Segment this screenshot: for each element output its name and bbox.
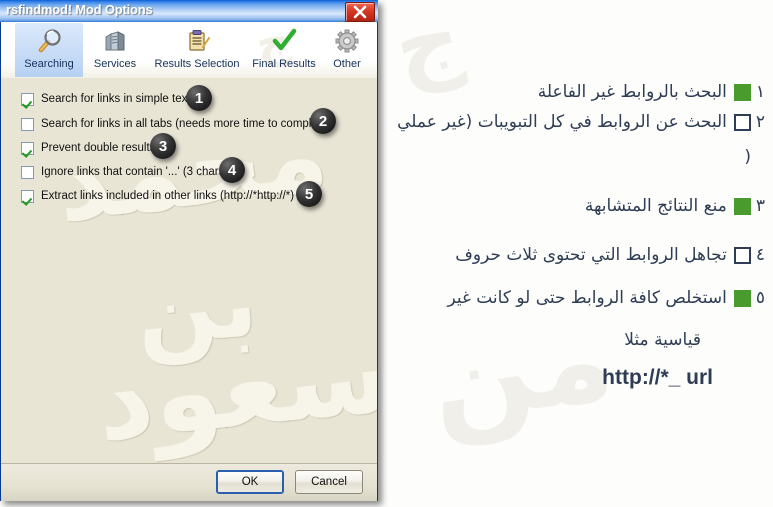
note-marker-empty [733,246,751,264]
note-continuation-2: ( [744,147,751,167]
note-marker-filled [733,289,751,307]
checkbox-extract-included-links[interactable] [21,189,34,203]
tab-searching-label: Searching [24,58,74,70]
tab-services-label: Services [93,58,137,70]
option-row: Search for links in simple texts [21,91,196,107]
note-item-1: ١ البحث بالروابط غير الفاعلة [538,82,765,102]
note-number: ٢ [755,112,765,132]
tab-results-selection[interactable]: Results Selection [147,23,247,77]
note-number: ٥ [755,288,765,308]
note-number: ٤ [755,245,765,265]
callout-badge-3: 3 [150,133,176,159]
cancel-button[interactable]: Cancel [295,470,363,494]
checkbox-ignore-links-3-chars[interactable] [21,165,34,179]
callout-badge-2: 2 [310,108,336,134]
tab-final-results[interactable]: Final Results [245,23,323,77]
option-label: Search for links in all tabs (needs more… [41,118,332,130]
option-label: Search for links in simple texts [41,93,197,105]
close-icon[interactable] [345,2,375,22]
note-text: منع النتائج المتشابهة [584,196,727,216]
dialog-titlebar[interactable]: rsfindmod! Mod Options [0,0,378,22]
note-text: تجاهل الروابط التي تحتوى ثلاث حروف [455,245,727,265]
note-marker-filled [733,197,751,215]
checkbox-search-all-tabs[interactable] [21,117,34,131]
note-marker-filled [733,83,751,101]
note-url-example: http://*_ url [602,366,713,389]
clipboard-icon [182,24,212,58]
tab-other-label: Other [333,58,361,70]
callout-badge-5: 5 [296,181,322,207]
checkbox-search-simple-texts[interactable] [21,92,34,106]
option-label: Prevent double results [41,142,156,154]
note-text: البحث عن الروابط في كل التبويبات (غير عم… [397,112,727,132]
tab-services[interactable]: Services [85,23,145,77]
callout-badge-1: 1 [186,85,212,111]
note-text: استخلص كافة الروابط حتى لو كانت غير [447,288,727,308]
searching-options-panel: محمد بن سعود Search for links in simple … [1,78,377,463]
tab-searching[interactable]: Searching [15,23,83,77]
tab-final-results-label: Final Results [252,58,316,70]
option-row: Extract links included in other links (h… [21,188,294,204]
note-item-2: ٢ البحث عن الروابط في كل التبويبات (غير … [397,112,765,132]
note-number: ١ [755,82,765,102]
option-row: Prevent double results [21,140,155,156]
annotation-notes: ١ البحث بالروابط غير الفاعلة ٢ البحث عن … [386,0,773,507]
option-row: Search for links in all tabs (needs more… [21,116,331,132]
note-continuation-5: قياسية مثلا [624,330,701,350]
callout-badge-4: 4 [219,157,245,183]
tab-results-selection-label: Results Selection [154,58,240,70]
servers-icon [100,24,130,58]
gear-icon [332,24,362,58]
ok-button[interactable]: OK [216,470,284,494]
mod-options-dialog: rsfindmod! Mod Options ج Searching Servi… [0,0,378,501]
option-row: Ignore links that contain '...' (3 chars… [21,164,228,180]
note-text: البحث بالروابط غير الفاعلة [537,82,727,102]
note-item-3: ٣ منع النتائج المتشابهة [585,196,765,216]
option-label: Ignore links that contain '...' (3 chars… [41,166,229,178]
note-item-4: ٤ تجاهل الروابط التي تحتوى ثلاث حروف [455,245,765,265]
magnifier-icon [34,24,64,58]
panel-watermark-3: سعود [90,307,377,463]
checkbox-prevent-double-results[interactable] [21,141,34,155]
note-marker-empty [733,113,751,131]
dialog-footer: OK Cancel [1,463,377,501]
dialog-toolbar: ج Searching Services Results Selection F… [1,22,377,79]
window-title: rsfindmod! Mod Options [6,2,153,17]
note-number: ٣ [755,196,765,216]
tab-other[interactable]: Other [323,23,371,77]
note-item-5: ٥ استخلص كافة الروابط حتى لو كانت غير [447,288,765,308]
green-check-icon [269,24,299,58]
option-label: Extract links included in other links (h… [41,190,295,202]
